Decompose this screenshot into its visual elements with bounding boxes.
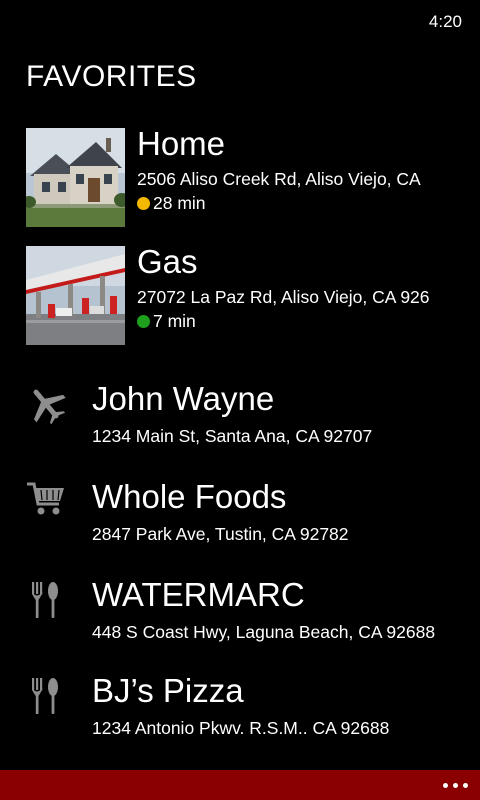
favorite-item-bjs-pizza[interactable]: BJ’s Pizza 1234 Antonio Pkwv. R.S.M.. CA… bbox=[0, 670, 480, 742]
favorite-item-home[interactable]: Home 2506 Aliso Creek Rd, Aliso Viejo, C… bbox=[0, 125, 480, 228]
status-bar: 4:20 bbox=[0, 0, 480, 40]
ellipsis-dot bbox=[453, 782, 458, 788]
favorite-address: 2506 Aliso Creek Rd, Aliso Viejo, CA bbox=[137, 169, 421, 189]
fork-spoon-icon bbox=[26, 580, 66, 620]
shopping-cart-icon bbox=[26, 480, 66, 520]
app-bar bbox=[0, 770, 480, 800]
favorite-item-john-wayne[interactable]: John Wayne 1234 Main St, Santa Ana, CA 9… bbox=[0, 378, 480, 450]
favorite-address: 27072 La Paz Rd, Aliso Viejo, CA 926 bbox=[137, 287, 430, 307]
eta-text: 7 min bbox=[153, 311, 196, 331]
favorite-address: 1234 Main St, Santa Ana, CA 92707 bbox=[92, 426, 373, 446]
favorite-name: BJ’s Pizza bbox=[92, 672, 244, 709]
page-title: FAVORITES bbox=[26, 60, 197, 93]
favorite-name: Home bbox=[137, 125, 226, 162]
favorite-name: John Wayne bbox=[92, 380, 275, 417]
favorite-address: 2847 Park Ave, Tustin, CA 92782 bbox=[92, 524, 349, 544]
airplane-icon bbox=[26, 384, 66, 425]
ellipsis-dot bbox=[443, 782, 448, 788]
gas-station-photo bbox=[26, 246, 125, 345]
eta-text: 28 min bbox=[153, 193, 206, 213]
favorite-name: Gas bbox=[137, 243, 198, 280]
favorite-item-watermarc[interactable]: WATERMARC 448 S Coast Hwy, Laguna Beach,… bbox=[0, 574, 480, 646]
favorite-address: 448 S Coast Hwy, Laguna Beach, CA 92688 bbox=[92, 622, 436, 642]
ellipsis-dot bbox=[463, 782, 468, 788]
traffic-status-dot bbox=[137, 197, 150, 210]
favorite-name: Whole Foods bbox=[92, 478, 287, 515]
favorite-item-gas[interactable]: Gas 27072 La Paz Rd, Aliso Viejo, CA 926… bbox=[0, 243, 480, 346]
eta-label: 28 min bbox=[137, 192, 206, 214]
favorite-item-whole-foods[interactable]: Whole Foods 2847 Park Ave, Tustin, CA 92… bbox=[0, 476, 480, 548]
clock: 4:20 bbox=[428, 12, 462, 31]
eta-label: 7 min bbox=[137, 310, 196, 332]
house-photo bbox=[26, 128, 125, 227]
favorite-address: 1234 Antonio Pkwv. R.S.M.. CA 92688 bbox=[92, 718, 390, 738]
favorite-name: WATERMARC bbox=[92, 576, 305, 613]
traffic-status-dot bbox=[137, 315, 150, 328]
ellipsis-icon[interactable] bbox=[428, 770, 468, 800]
fork-spoon-icon bbox=[26, 676, 66, 716]
